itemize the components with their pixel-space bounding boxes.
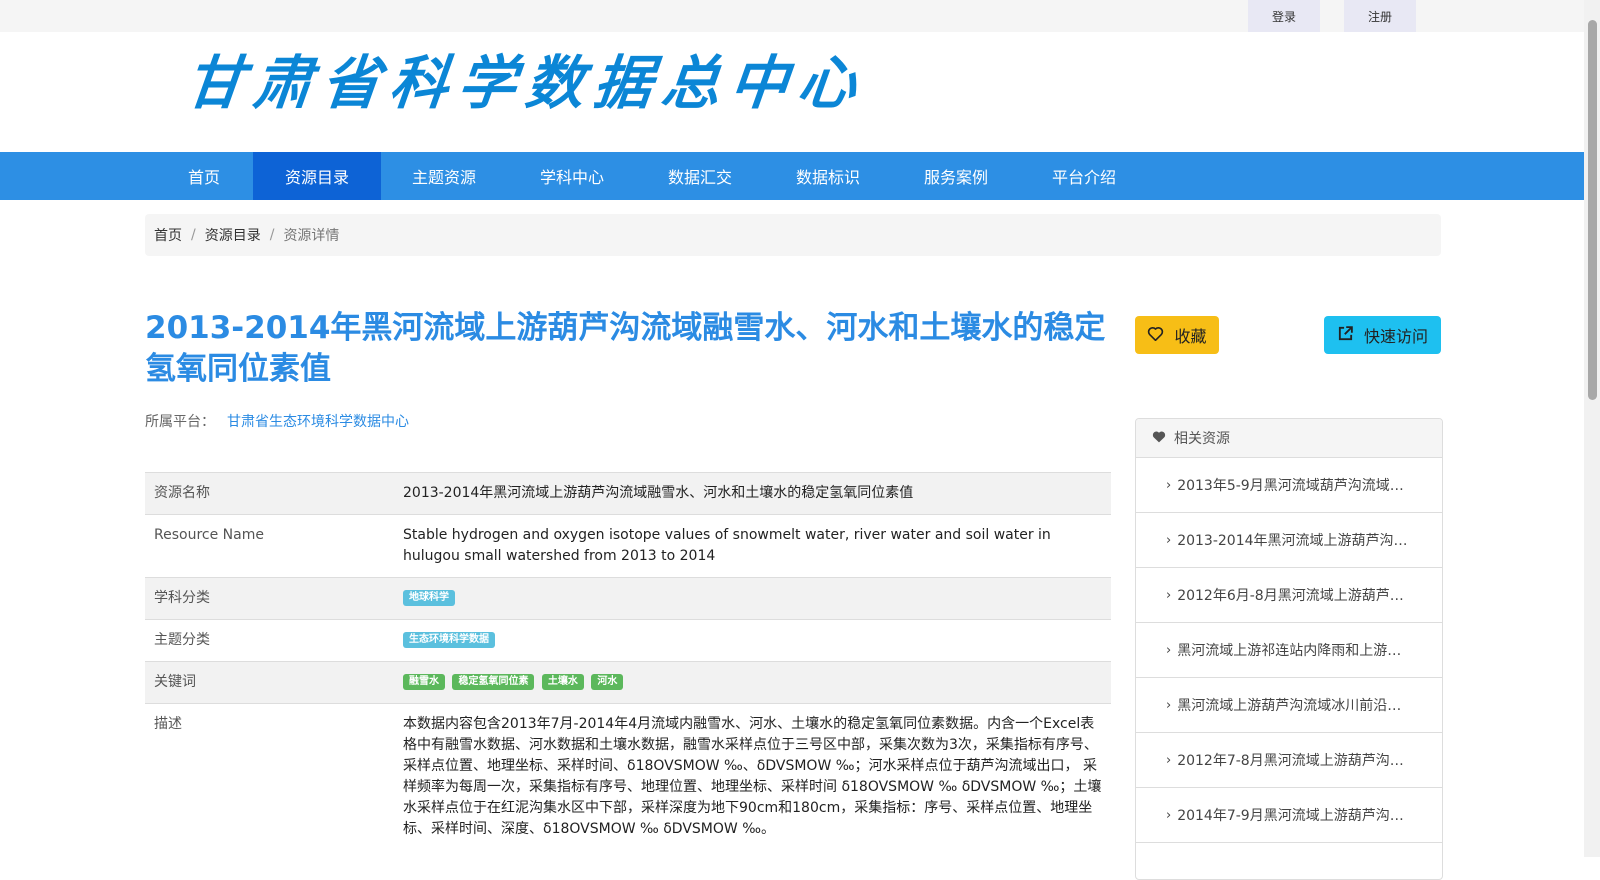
chevron-right-icon: ›	[1166, 477, 1172, 493]
row-key: 资源名称	[145, 472, 387, 515]
related-resources-panel: 相关资源 › 2013年5-9月黑河流域葫芦沟流域冰川前沿降水稳定氢氧同位素值 ›…	[1135, 418, 1443, 880]
related-resources-title: 相关资源	[1174, 431, 1230, 447]
heart-outline-icon	[1147, 326, 1164, 345]
row-key: Resource Name	[145, 514, 387, 578]
table-row: 主题分类 生态环境科学数据	[145, 619, 1111, 662]
nav-item-about[interactable]: 平台介绍	[1021, 152, 1147, 200]
resource-detail-table: 资源名称 2013-2014年黑河流域上游葫芦沟流域融雪水、河水和土壤水的稳定氢…	[145, 472, 1111, 850]
resource-name-value: 2013-2014年黑河流域上游葫芦沟流域融雪水、河水和土壤水的稳定氢氧同位素值	[387, 472, 1111, 515]
breadcrumb-separator: /	[191, 227, 196, 243]
table-row: 学科分类 地球科学	[145, 577, 1111, 620]
chevron-right-icon: ›	[1166, 697, 1172, 713]
scrollbar-thumb[interactable]	[1588, 20, 1597, 400]
description-value: 本数据内容包含2013年7月-2014年4月流域内融雪水、河水、土壤水的稳定氢氧…	[387, 703, 1111, 850]
breadcrumb-current: 资源详情	[283, 228, 340, 244]
related-resources-header: 相关资源	[1136, 419, 1442, 458]
theme-tag[interactable]: 生态环境科学数据	[403, 632, 495, 648]
keyword-tags: 融雪水 稳定氢氧同位素 土壤水 河水	[387, 661, 1111, 704]
site-header: 甘肃省科学数据总中心	[0, 32, 1584, 152]
favorite-button[interactable]: 收藏	[1135, 316, 1219, 354]
theme-tags: 生态环境科学数据	[387, 619, 1111, 662]
keyword-tag[interactable]: 稳定氢氧同位素	[452, 674, 535, 690]
breadcrumb-separator: /	[269, 227, 275, 243]
platform-label: 所属平台：	[145, 414, 215, 430]
chevron-right-icon: ›	[1166, 807, 1172, 823]
nav-item-disciplines[interactable]: 学科中心	[509, 152, 635, 200]
row-key: 主题分类	[145, 619, 387, 662]
top-bar: 登录 注册	[0, 0, 1584, 32]
platform-info: 所属平台： 甘肃省生态环境科学数据中心	[145, 411, 409, 431]
register-button[interactable]: 注册	[1344, 0, 1416, 32]
related-item-label: 2013-2014年黑河流域上游葫芦沟流域降水稳定同位素值	[1177, 533, 1409, 549]
breadcrumb: 首页 / 资源目录 / 资源详情	[145, 214, 1441, 256]
page-title: 2013-2014年黑河流域上游葫芦沟流域融雪水、河水和土壤水的稳定氢氧同位素值	[145, 310, 1106, 387]
table-row: 资源名称 2013-2014年黑河流域上游葫芦沟流域融雪水、河水和土壤水的稳定氢…	[145, 472, 1111, 515]
related-item[interactable]: › 2012年7-8月黑河流域上游葫芦沟流域降水同位素值	[1136, 733, 1442, 788]
nav-item-catalog[interactable]: 资源目录	[253, 152, 381, 200]
keyword-tag[interactable]: 土壤水	[541, 674, 584, 690]
related-item-label: 黑河流域上游祁连站内降雨和上游河水同位素值	[1177, 643, 1409, 659]
external-link-icon	[1337, 325, 1354, 346]
chevron-right-icon: ›	[1166, 752, 1172, 768]
nav-item-themes[interactable]: 主题资源	[381, 152, 507, 200]
main-nav: 首页 资源目录 主题资源 学科中心 数据汇交 数据标识 服务案例 平台介绍	[0, 152, 1584, 200]
keyword-tag[interactable]: 融雪水	[403, 674, 445, 690]
quick-access-button[interactable]: 快速访问	[1324, 316, 1441, 354]
row-key: 学科分类	[145, 577, 387, 620]
table-row: 描述 本数据内容包含2013年7月-2014年4月流域内融雪水、河水、土壤水的稳…	[145, 703, 1111, 850]
related-item[interactable]: › 2013-2014年黑河流域上游葫芦沟流域降水稳定同位素值	[1136, 513, 1442, 568]
related-item-label: 2013年5-9月黑河流域葫芦沟流域冰川前沿降水稳定氢氧同位素值	[1177, 478, 1409, 494]
platform-link[interactable]: 甘肃省生态环境科学数据中心	[227, 414, 409, 430]
page-scrollbar[interactable]	[1584, 0, 1600, 857]
related-item[interactable]: › 2013年5-9月黑河流域葫芦沟流域冰川前沿降水稳定氢氧同位素值	[1136, 458, 1442, 513]
related-item-label: 黑河流域上游葫芦沟流域冰川前沿降水同位素值	[1177, 698, 1409, 714]
related-item-label: 2012年6月-8月黑河流域上游葫芦沟流域河水同位素值	[1177, 588, 1410, 604]
related-item[interactable]: › 黑河流域上游葫芦沟流域冰川前沿降水同位素值	[1136, 678, 1442, 733]
related-item[interactable]: › 黑河流域上游祁连站内降雨和上游河水同位素值	[1136, 623, 1442, 678]
nav-item-data-submission[interactable]: 数据汇交	[637, 152, 763, 200]
resource-name-en-value: Stable hydrogen and oxygen isotope value…	[387, 514, 1111, 578]
row-key: 关键词	[145, 661, 387, 704]
breadcrumb-catalog[interactable]: 资源目录	[205, 225, 261, 245]
chevron-right-icon: ›	[1166, 532, 1172, 548]
row-key: 描述	[145, 703, 387, 850]
quick-access-label: 快速访问	[1363, 327, 1428, 346]
nav-item-service-cases[interactable]: 服务案例	[893, 152, 1019, 200]
nav-item-home[interactable]: 首页	[158, 152, 250, 200]
subject-tags: 地球科学	[387, 577, 1111, 620]
chevron-right-icon: ›	[1166, 587, 1172, 603]
nav-item-data-identifier[interactable]: 数据标识	[765, 152, 891, 200]
login-button[interactable]: 登录	[1248, 0, 1320, 32]
favorite-label: 收藏	[1174, 327, 1207, 346]
breadcrumb-home[interactable]: 首页	[154, 225, 182, 245]
related-item-label: 2012年7-8月黑河流域上游葫芦沟流域降水同位素值	[1177, 753, 1409, 769]
chevron-right-icon: ›	[1166, 642, 1172, 658]
related-item[interactable]: › 2012年6月-8月黑河流域上游葫芦沟流域河水同位素值	[1136, 568, 1442, 623]
table-row: Resource Name Stable hydrogen and oxygen…	[145, 514, 1111, 578]
site-logo[interactable]: 甘肃省科学数据总中心	[182, 49, 869, 117]
table-row: 关键词 融雪水 稳定氢氧同位素 土壤水 河水	[145, 661, 1111, 704]
related-item-label: 2014年7-9月黑河流域上游葫芦沟流域降水同位素值	[1177, 808, 1409, 824]
keyword-tag[interactable]: 河水	[591, 674, 624, 690]
subject-tag[interactable]: 地球科学	[403, 590, 455, 606]
related-item[interactable]: › 2014年7-9月黑河流域上游葫芦沟流域降水同位素值	[1136, 788, 1442, 843]
heart-icon	[1152, 430, 1166, 447]
